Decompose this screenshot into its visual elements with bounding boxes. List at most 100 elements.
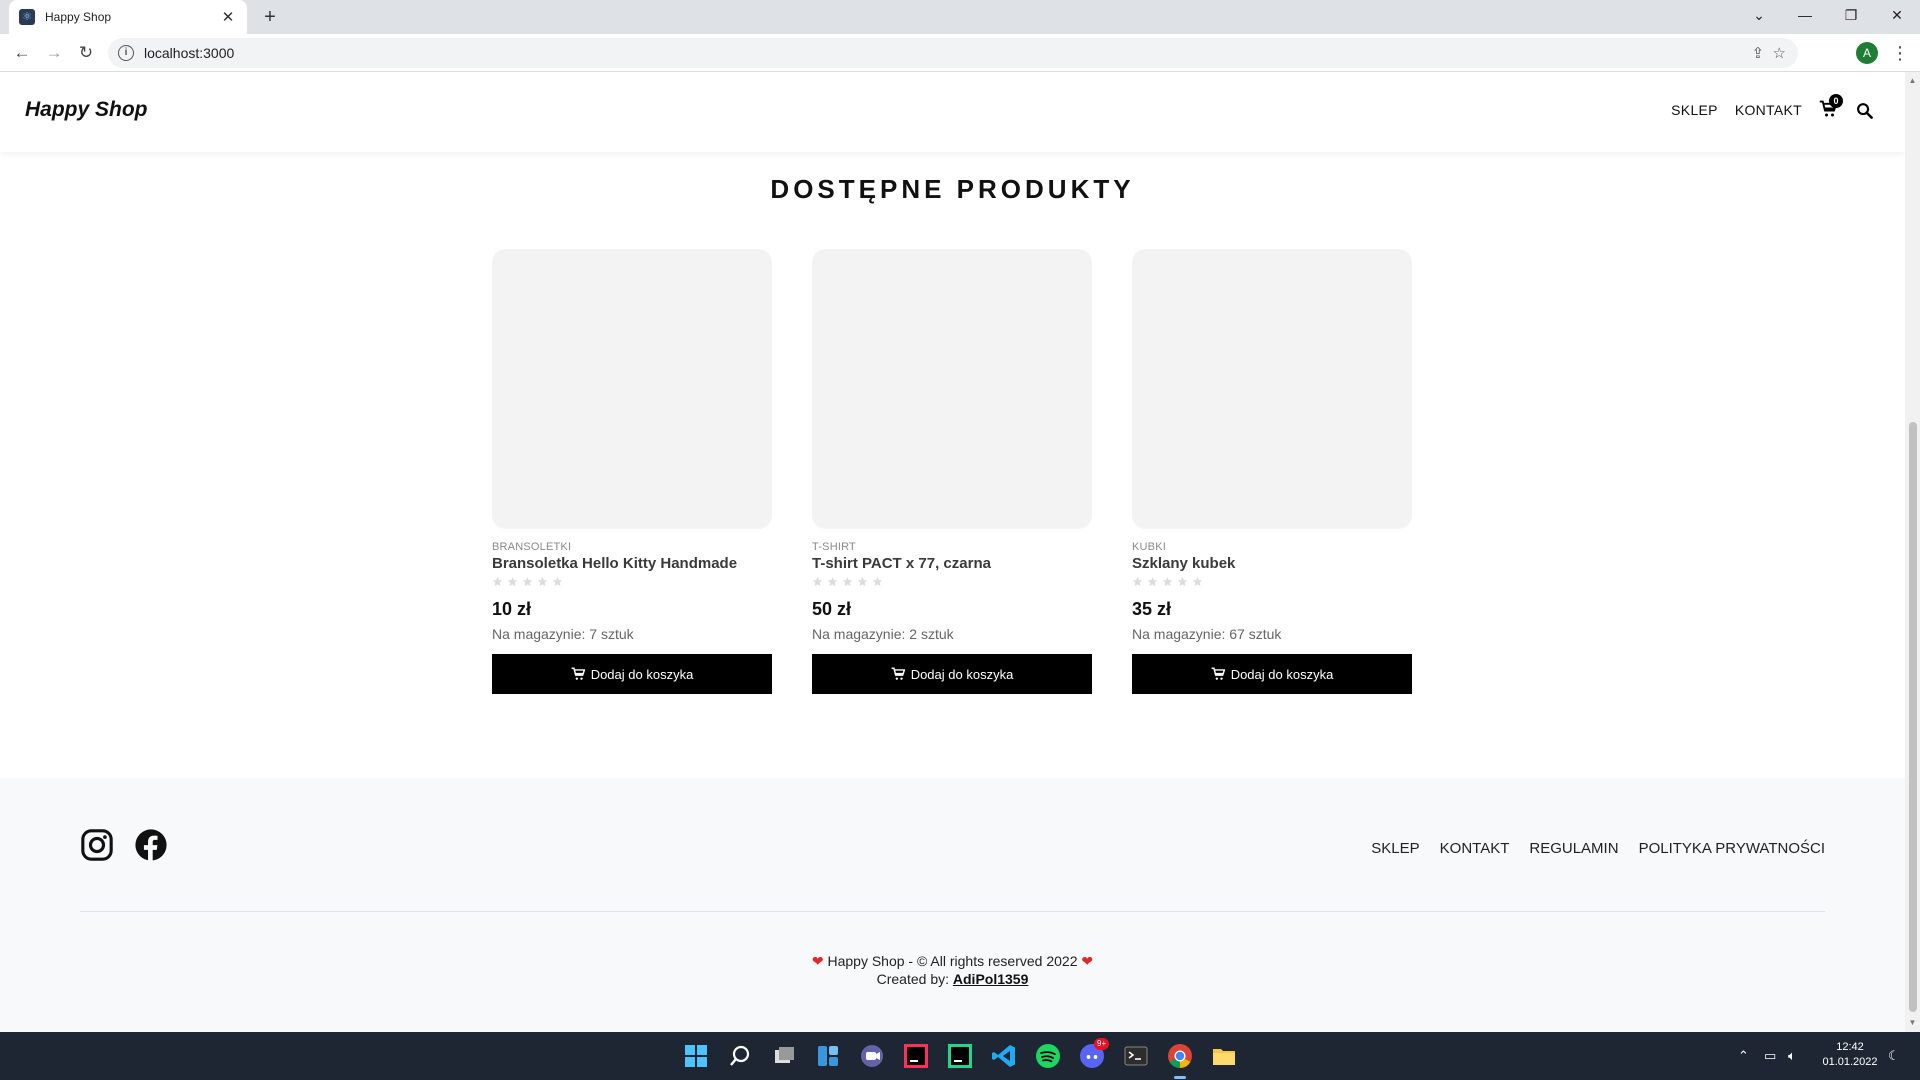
add-to-cart-label: Dodaj do koszyka xyxy=(590,666,694,682)
intellij-icon[interactable] xyxy=(902,1042,930,1070)
restore-button[interactable]: ❐ xyxy=(1828,0,1874,34)
product-stock: Na magazynie: 2 sztuk xyxy=(812,626,954,642)
search-icon[interactable] xyxy=(1856,102,1873,119)
star-icon xyxy=(1147,576,1158,587)
star-icon xyxy=(1132,576,1143,587)
star-icon xyxy=(492,576,503,587)
focus-assist-icon[interactable]: ☾ xyxy=(1888,1048,1900,1064)
url-text[interactable]: localhost:3000 xyxy=(144,45,234,61)
product-rating xyxy=(492,576,772,587)
task-view-icon[interactable] xyxy=(770,1042,798,1070)
tab-search-icon[interactable]: ⌄ xyxy=(1736,0,1782,34)
volume-icon[interactable]: 🔈︎ xyxy=(1788,1048,1796,1064)
site-footer: SKLEP KONTAKT REGULAMIN POLITYKA PRYWATN… xyxy=(0,778,1905,1032)
product-price: 10 zł xyxy=(492,599,532,619)
scroll-thumb[interactable] xyxy=(1909,422,1917,1012)
product-price: 50 zł xyxy=(812,599,852,619)
chrome-icon[interactable] xyxy=(1166,1042,1194,1070)
vscode-icon[interactable] xyxy=(990,1042,1018,1070)
clock-time: 12:42 xyxy=(1836,1041,1864,1053)
footer-link-privacy-policy[interactable]: POLITYKA PRYWATNOŚCI xyxy=(1639,840,1825,857)
social-links xyxy=(80,828,168,862)
file-explorer-icon[interactable] xyxy=(1210,1042,1238,1070)
product-stock: Na magazynie: 67 sztuk xyxy=(1132,626,1282,642)
product-category: KUBKI xyxy=(1132,541,1167,553)
page-scrollbar[interactable]: ▲ ▼ xyxy=(1905,72,1920,1032)
cart-icon xyxy=(891,667,905,680)
product-card: BRANSOLETKI Bransoletka Hello Kitty Hand… xyxy=(492,249,772,694)
star-icon xyxy=(1177,576,1188,587)
network-icon[interactable]: ▭ xyxy=(1764,1048,1776,1064)
search-taskbar-icon[interactable] xyxy=(726,1042,754,1070)
product-name[interactable]: Bransoletka Hello Kitty Handmade xyxy=(492,555,772,572)
share-star-icons[interactable]: ⇪ ☆ xyxy=(1752,44,1786,62)
page-viewport: Happy Shop SKLEP KONTAKT 0 DOSTĘPNE PROD… xyxy=(0,72,1905,1032)
spotify-icon[interactable] xyxy=(1034,1042,1062,1070)
heart-icon: ❤ xyxy=(811,953,824,969)
add-to-cart-button[interactable]: Dodaj do koszyka xyxy=(812,654,1092,694)
new-tab-button[interactable]: + xyxy=(258,5,282,29)
product-name[interactable]: Szklany kubek xyxy=(1132,555,1412,572)
address-bar[interactable]: i localhost:3000 ⇪ ☆ xyxy=(108,38,1798,68)
section-title: DOSTĘPNE PRODUKTY xyxy=(770,174,1135,204)
star-icon xyxy=(507,576,518,587)
close-window-button[interactable]: ✕ xyxy=(1874,0,1920,34)
footer-nav: SKLEP KONTAKT REGULAMIN POLITYKA PRYWATN… xyxy=(1371,840,1825,857)
nav-link-sklep[interactable]: SKLEP xyxy=(1671,102,1718,118)
star-icon xyxy=(857,576,868,587)
show-hidden-icons-icon[interactable]: ⌃ xyxy=(1738,1048,1749,1064)
site-info-icon[interactable]: i xyxy=(118,45,134,61)
footer-divider xyxy=(80,911,1825,912)
star-icon xyxy=(827,576,838,587)
product-stock: Na magazynie: 7 sztuk xyxy=(492,626,634,642)
reload-icon[interactable]: ↻ xyxy=(72,40,100,66)
close-tab-icon[interactable]: ✕ xyxy=(219,8,237,26)
product-image-placeholder[interactable] xyxy=(812,249,1092,529)
profile-avatar[interactable]: A xyxy=(1856,42,1878,64)
product-name[interactable]: T-shirt PACT x 77, czarna xyxy=(812,555,1092,572)
product-image-placeholder[interactable] xyxy=(1132,249,1412,529)
teams-chat-icon[interactable] xyxy=(858,1042,886,1070)
cart-icon xyxy=(571,667,585,680)
add-to-cart-button[interactable]: Dodaj do koszyka xyxy=(492,654,772,694)
header-nav: SKLEP KONTAKT 0 xyxy=(1671,94,1873,120)
product-category: T-SHIRT xyxy=(812,541,856,553)
scroll-up-icon[interactable]: ▲ xyxy=(1908,76,1917,85)
browser-tab[interactable]: ⚛ Happy Shop ✕ xyxy=(9,0,247,34)
webstorm-icon[interactable] xyxy=(946,1042,974,1070)
facebook-icon[interactable] xyxy=(134,828,168,862)
star-icon xyxy=(1162,576,1173,587)
instagram-icon[interactable] xyxy=(80,828,114,862)
star-icon xyxy=(1192,576,1203,587)
widgets-icon[interactable] xyxy=(814,1042,842,1070)
cart-button[interactable]: 0 xyxy=(1819,94,1843,120)
system-clock[interactable]: 12:42 01.01.2022 xyxy=(1820,1040,1880,1070)
forward-arrow-icon[interactable]: → xyxy=(40,40,68,66)
footer-link-regulamin[interactable]: REGULAMIN xyxy=(1529,840,1618,857)
minimize-button[interactable]: — xyxy=(1782,0,1828,34)
add-to-cart-label: Dodaj do koszyka xyxy=(910,666,1014,682)
menu-kebab-icon[interactable]: ⋮ xyxy=(1890,40,1910,66)
star-icon xyxy=(812,576,823,587)
add-to-cart-label: Dodaj do koszyka xyxy=(1230,666,1334,682)
cart-count-badge: 0 xyxy=(1829,94,1843,108)
site-header: Happy Shop SKLEP KONTAKT 0 xyxy=(0,72,1905,152)
author-link[interactable]: AdiPol1359 xyxy=(953,971,1028,987)
copyright-text: Happy Shop - © All rights reserved 2022 xyxy=(827,953,1078,969)
footer-link-kontakt[interactable]: KONTAKT xyxy=(1440,840,1510,857)
created-by-label: Created by: xyxy=(876,971,949,987)
product-image-placeholder[interactable] xyxy=(492,249,772,529)
star-icon xyxy=(842,576,853,587)
product-card: T-SHIRT T-shirt PACT x 77, czarna 50 zł … xyxy=(812,249,1092,694)
footer-link-sklep[interactable]: SKLEP xyxy=(1371,840,1419,857)
terminal-icon[interactable] xyxy=(1122,1042,1150,1070)
site-logo[interactable]: Happy Shop xyxy=(25,98,148,122)
product-card: KUBKI Szklany kubek 35 zł Na magazynie: … xyxy=(1132,249,1412,694)
windows-start-icon[interactable] xyxy=(682,1042,710,1070)
add-to-cart-button[interactable]: Dodaj do koszyka xyxy=(1132,654,1412,694)
back-arrow-icon[interactable]: ← xyxy=(8,40,36,66)
discord-icon[interactable]: 9+ xyxy=(1078,1038,1110,1070)
product-rating xyxy=(812,576,1092,587)
nav-link-kontakt[interactable]: KONTAKT xyxy=(1735,102,1802,118)
scroll-down-icon[interactable]: ▼ xyxy=(1908,1018,1917,1027)
